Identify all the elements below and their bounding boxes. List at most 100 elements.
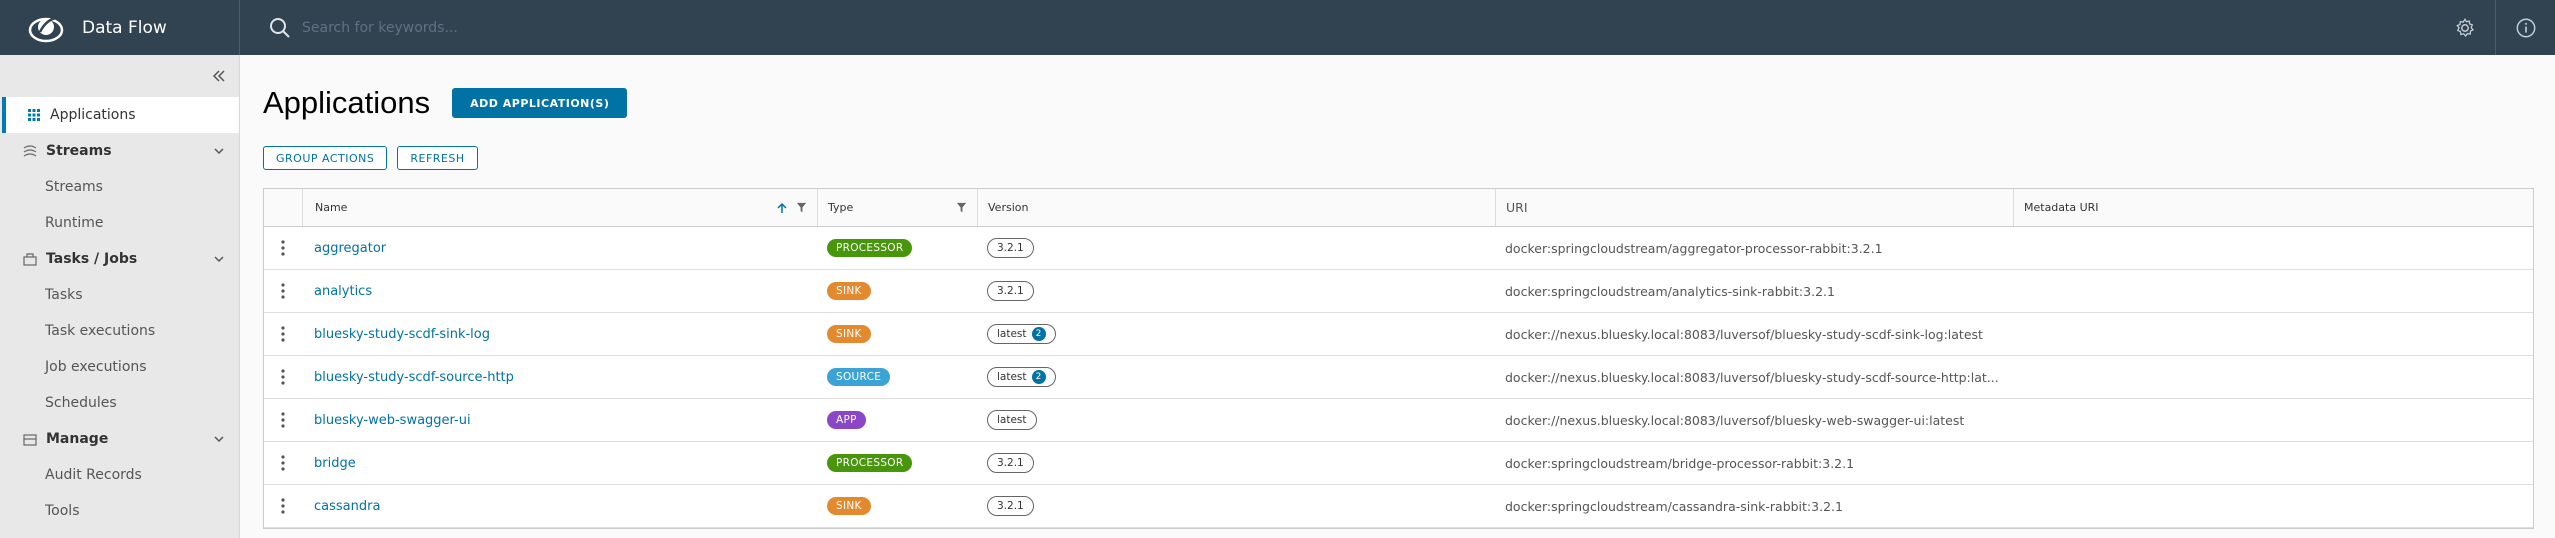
uri-cell: docker:springcloudstream/bridge-processo… (1505, 455, 1855, 471)
vertical-ellipsis-icon (281, 369, 285, 385)
table-row[interactable]: aggregator PROCESSOR 3.2.1 docker:spring… (264, 227, 2533, 270)
version-label: 3.2.1 (997, 285, 1024, 297)
app-name-link[interactable]: bridge (314, 456, 356, 471)
type-badge: SINK (827, 282, 871, 300)
version-label: latest (997, 371, 1027, 383)
column-header-metadata-uri[interactable]: Metadata URI (2013, 189, 2533, 226)
info-icon (2516, 18, 2535, 37)
table-row[interactable]: analytics SINK 3.2.1 docker:springclouds… (264, 270, 2533, 313)
sidebar-item-tasks[interactable]: Tasks (0, 277, 239, 313)
add-application-button[interactable]: ADD APPLICATION(S) (452, 88, 628, 118)
sidebar-group-label: Tasks / Jobs (46, 251, 138, 267)
sidebar-item-task-executions[interactable]: Task executions (0, 313, 239, 349)
settings-button[interactable] (2435, 0, 2495, 55)
sidebar-item-streams[interactable]: Streams (0, 169, 239, 205)
applications-table: Name Type Version URI Metadata URI aggre… (263, 188, 2534, 529)
streams-icon (23, 145, 37, 157)
row-actions-menu[interactable] (264, 399, 302, 441)
app-name-link[interactable]: bluesky-study-scdf-sink-log (314, 327, 490, 342)
type-badge: PROCESSOR (827, 239, 913, 257)
chevron-down-icon (214, 148, 224, 155)
uri-cell: docker:springcloudstream/aggregator-proc… (1505, 240, 1883, 256)
table-row[interactable]: cassandra SINK 3.2.1 docker:springclouds… (264, 485, 2533, 528)
search-input[interactable] (302, 19, 902, 36)
sidebar-item-applications[interactable]: Applications (2, 97, 239, 133)
sidebar-group-label: Manage (46, 431, 109, 447)
app-name-link[interactable]: bluesky-web-swagger-ui (314, 413, 471, 428)
app-name-link[interactable]: cassandra (314, 499, 380, 514)
sidebar-item-label: Streams (45, 179, 103, 195)
type-badge: SINK (827, 497, 871, 515)
search-icon (270, 17, 290, 38)
type-badge: SOURCE (827, 368, 891, 386)
app-name-link[interactable]: aggregator (314, 241, 386, 256)
uri-cell: docker://nexus.bluesky.local:8083/luvers… (1505, 369, 1999, 385)
table-row[interactable]: bluesky-study-scdf-sink-log SINK latest 2… (264, 313, 2533, 356)
sidebar-item-label: Tools (45, 503, 80, 519)
row-actions-menu[interactable] (264, 313, 302, 355)
vertical-ellipsis-icon (281, 455, 285, 471)
vertical-ellipsis-icon (281, 240, 285, 256)
sidebar-item-label: Task executions (45, 323, 156, 339)
sidebar-item-job-executions[interactable]: Job executions (0, 349, 239, 385)
info-button[interactable] (2495, 0, 2555, 55)
sidebar-item-label: Tasks (45, 287, 83, 303)
column-label: Type (828, 201, 854, 214)
page-title: Applications (263, 85, 431, 120)
sidebar-item-audit-records[interactable]: Audit Records (0, 457, 239, 493)
column-label: URI (1506, 200, 1528, 215)
version-badge[interactable]: 3.2.1 (987, 281, 1034, 301)
column-label: Version (988, 201, 1029, 214)
row-actions-menu[interactable] (264, 442, 302, 484)
column-header-uri[interactable]: URI (1495, 189, 2013, 226)
column-header-type[interactable]: Type (817, 189, 977, 226)
sidebar-item-label: Schedules (45, 395, 117, 411)
chevron-down-icon (214, 256, 224, 263)
table-body: aggregator PROCESSOR 3.2.1 docker:spring… (264, 227, 2533, 528)
row-actions-menu[interactable] (264, 270, 302, 312)
row-actions-menu[interactable] (264, 227, 302, 269)
sidebar-group-tasks-jobs[interactable]: Tasks / Jobs (0, 241, 239, 277)
sidebar-item-schedules[interactable]: Schedules (0, 385, 239, 421)
header-spacer (264, 189, 302, 226)
brand[interactable]: Data Flow (0, 0, 240, 55)
chevron-down-icon (214, 436, 224, 443)
version-badge[interactable]: 3.2.1 (987, 238, 1034, 258)
app-name-link[interactable]: bluesky-study-scdf-source-http (314, 370, 514, 385)
version-badge[interactable]: latest (987, 410, 1037, 430)
manage-icon (23, 434, 37, 446)
table-row[interactable]: bluesky-study-scdf-source-http SOURCE la… (264, 356, 2533, 399)
sidebar-group-manage[interactable]: Manage (0, 421, 239, 457)
filter-icon[interactable] (956, 202, 967, 213)
version-badge[interactable]: 3.2.1 (987, 496, 1034, 516)
version-label: 3.2.1 (997, 500, 1024, 512)
main-content: Applications ADD APPLICATION(S) GROUP AC… (241, 55, 2555, 538)
version-badge[interactable]: latest 2 (987, 367, 1056, 387)
type-badge: PROCESSOR (827, 454, 913, 472)
sidebar-group-streams[interactable]: Streams (0, 133, 239, 169)
sort-ascending-icon[interactable] (776, 202, 788, 214)
column-header-name[interactable]: Name (302, 189, 817, 226)
refresh-button[interactable]: REFRESH (397, 146, 478, 170)
table-header: Name Type Version URI Metadata URI (264, 189, 2533, 227)
row-actions-menu[interactable] (264, 356, 302, 398)
top-header: Data Flow (0, 0, 2555, 55)
sidebar-collapse-button[interactable] (0, 55, 239, 97)
version-count-badge: 2 (1031, 370, 1046, 384)
column-header-version[interactable]: Version (977, 189, 1495, 226)
version-label: latest (997, 414, 1027, 426)
type-badge: SINK (827, 325, 871, 343)
version-count-badge: 2 (1031, 327, 1046, 341)
vertical-ellipsis-icon (281, 498, 285, 514)
uri-cell: docker:springcloudstream/analytics-sink-… (1505, 283, 1835, 299)
sidebar-item-runtime[interactable]: Runtime (0, 205, 239, 241)
version-badge[interactable]: 3.2.1 (987, 453, 1034, 473)
filter-icon[interactable] (796, 202, 807, 213)
group-actions-button[interactable]: GROUP ACTIONS (263, 146, 388, 170)
version-badge[interactable]: latest 2 (987, 324, 1056, 344)
row-actions-menu[interactable] (264, 485, 302, 527)
sidebar-item-tools[interactable]: Tools (0, 493, 239, 529)
app-name-link[interactable]: analytics (314, 284, 372, 299)
table-row[interactable]: bluesky-web-swagger-ui APP latest docker… (264, 399, 2533, 442)
table-row[interactable]: bridge PROCESSOR 3.2.1 docker:springclou… (264, 442, 2533, 485)
